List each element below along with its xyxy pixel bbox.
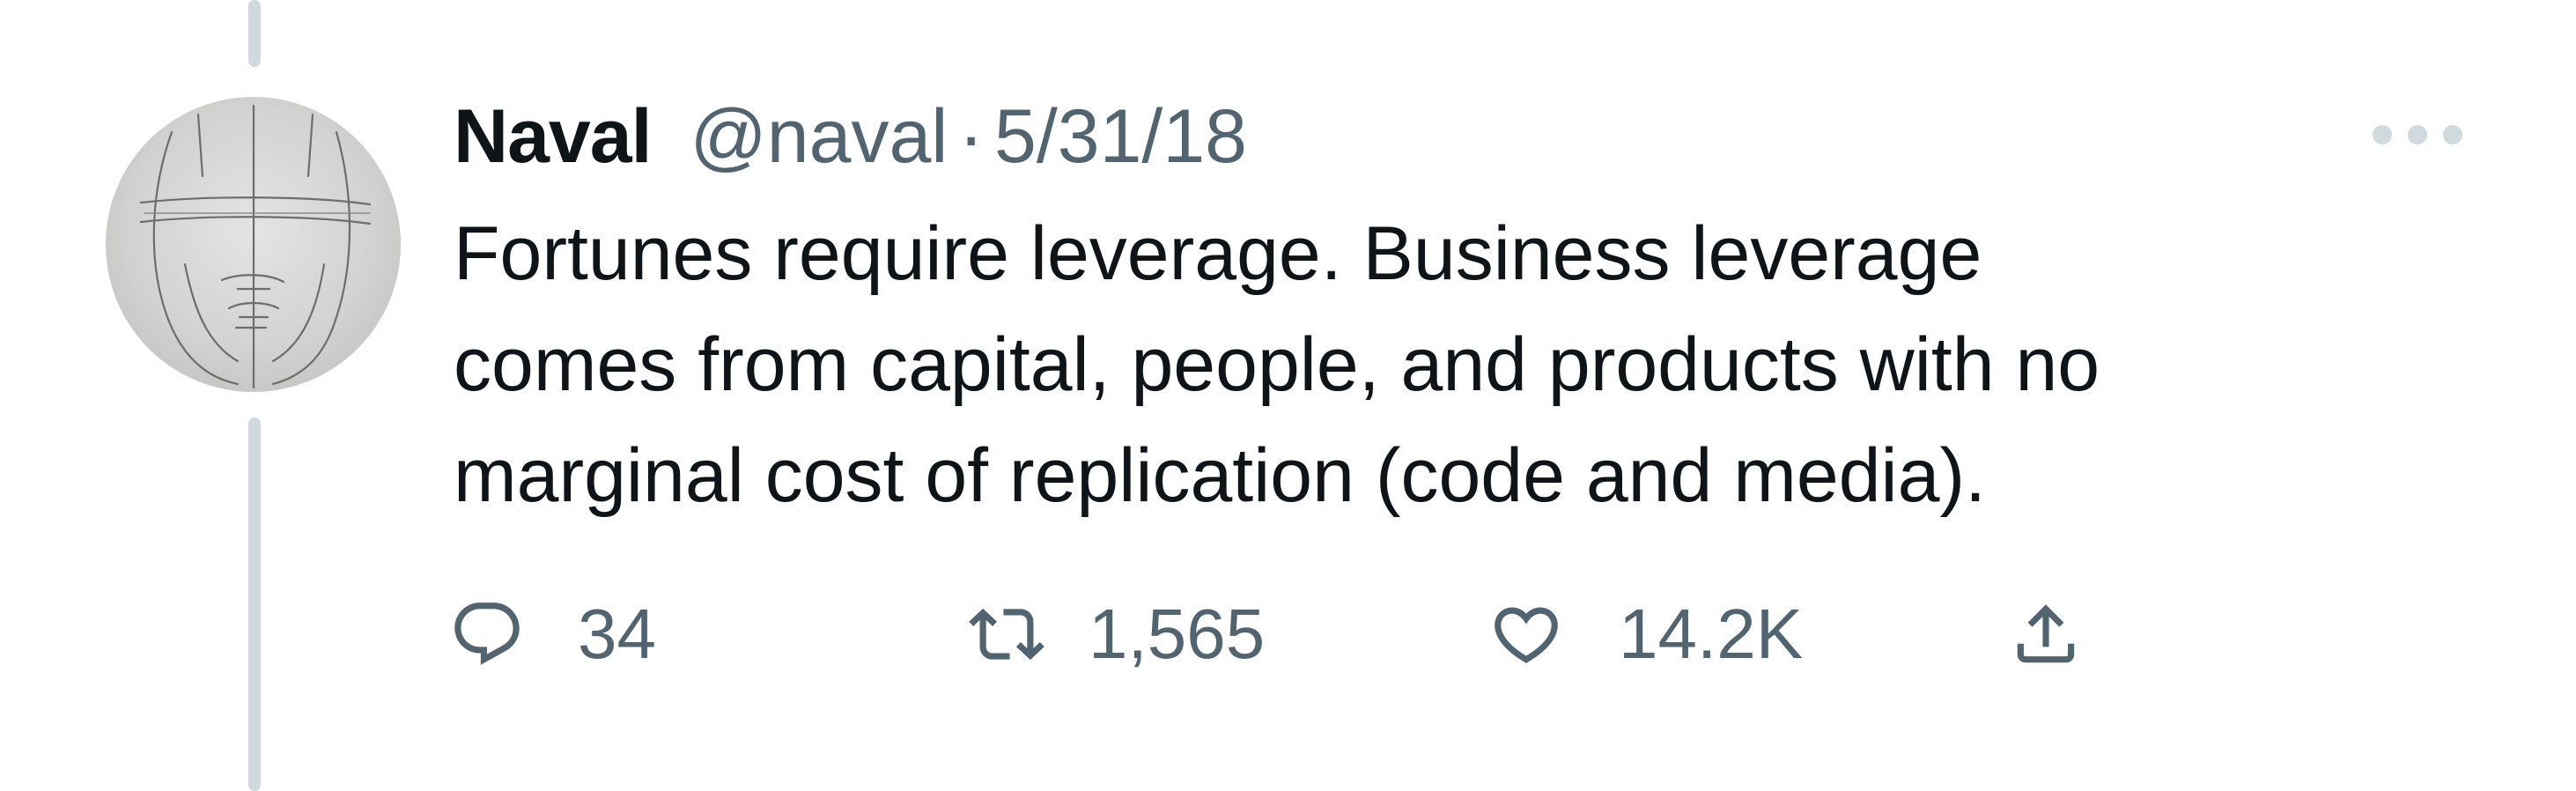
tweet-text-line: Fortunes require leverage. Business leve…	[454, 211, 1982, 296]
retweet-button[interactable]: 1,565	[969, 577, 1265, 691]
like-button[interactable]: 14.2K	[1488, 577, 1803, 691]
reply-count: 34	[578, 595, 656, 673]
share-button[interactable]	[2008, 577, 2084, 691]
avatar-sketch-face	[139, 104, 372, 389]
like-count: 14.2K	[1619, 595, 1804, 673]
author-display-name[interactable]: Naval	[454, 93, 652, 181]
more-dots-icon	[2373, 125, 2462, 144]
more-options-button[interactable]	[2360, 104, 2475, 166]
thread-line-bottom	[248, 418, 261, 791]
tweet-actions: 34 1,565 14.2K	[449, 577, 2211, 691]
tweet-text-line: comes from capital, people, and products…	[454, 322, 2100, 407]
avatar[interactable]	[106, 97, 401, 392]
share-upload-icon	[2017, 604, 2075, 663]
tweet-text-line: marginal cost of replication (code and m…	[454, 433, 1986, 518]
author-handle[interactable]: @naval	[690, 93, 948, 181]
retweet-icon	[969, 608, 1044, 661]
header-separator: ·	[958, 93, 985, 179]
tweet-date[interactable]: 5/31/18	[994, 93, 1247, 181]
tweet-text: Fortunes require leverage. Business leve…	[454, 198, 2479, 531]
reply-bubble-icon	[454, 602, 520, 665]
tweet-header: Naval @naval · 5/31/18	[454, 88, 1247, 185]
retweet-count: 1,565	[1089, 595, 1266, 673]
heart-icon	[1495, 607, 1558, 663]
thread-line-top	[248, 0, 261, 67]
reply-button[interactable]: 34	[449, 577, 656, 691]
